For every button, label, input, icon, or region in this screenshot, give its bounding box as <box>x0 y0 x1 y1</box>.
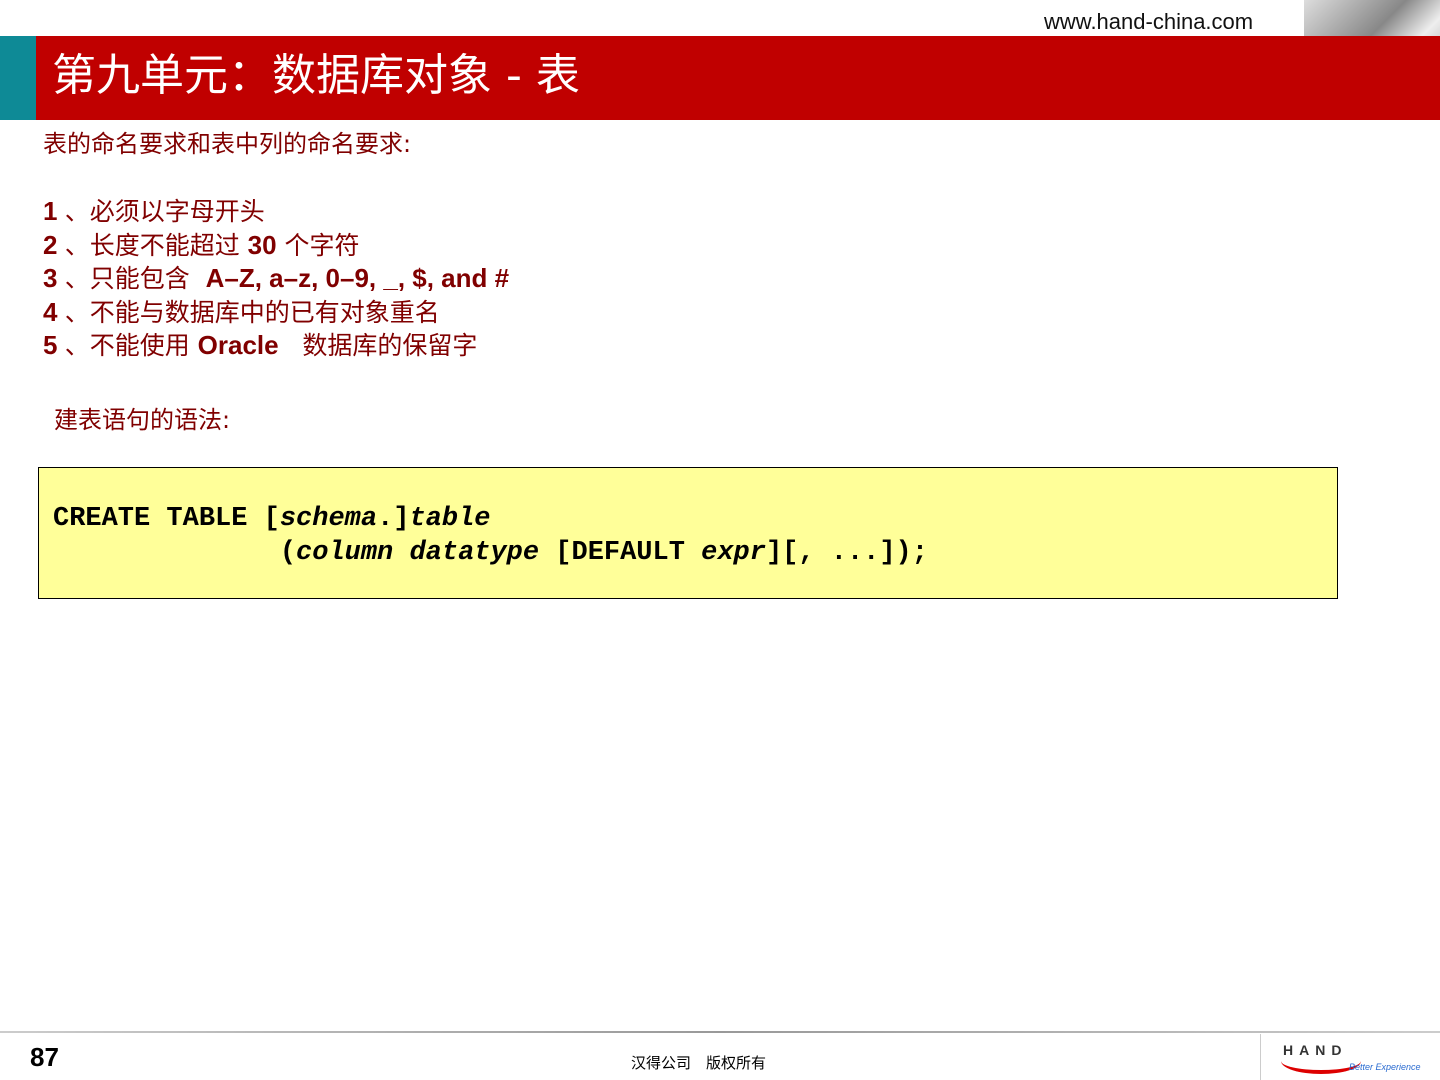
page-title: 第九单元：数据库对象 - 表 <box>52 50 580 101</box>
syntax-label: 建表语句的语法: <box>54 406 231 434</box>
footer-divider <box>0 1031 1440 1033</box>
rule-number: 3 <box>43 263 65 293</box>
rule-item: 3 、只能包含 A–Z, a–z, 0–9, _, $, and # <box>43 262 509 296</box>
logo-text: HAND <box>1283 1042 1348 1058</box>
code-box: CREATE TABLE [schema.]table (column data… <box>38 467 1338 599</box>
rule-number: 4 <box>43 296 65 327</box>
rule-text: 、不能使用 <box>64 331 198 360</box>
rule-number: 5 <box>43 330 65 360</box>
code-line-1: CREATE TABLE [schema.]table <box>53 504 490 534</box>
page-number: 87 <box>30 1042 59 1072</box>
code-placeholder: expr <box>701 538 766 568</box>
code-keyword: ( <box>53 538 297 568</box>
code-keyword: [DEFAULT <box>539 538 702 568</box>
hand-logo: HAND Better Experience <box>1260 1034 1440 1080</box>
code-placeholder: table <box>409 504 491 534</box>
rule-text: 数据库的保留字 <box>278 331 478 360</box>
rule-text: 、不能与数据库中的已有对象重名 <box>64 297 440 327</box>
rule-text: 、只能包含 <box>64 264 206 293</box>
code-keyword: CREATE TABLE [ <box>53 504 280 534</box>
accent-bar <box>0 36 36 120</box>
rule-item: 1 、必须以字母开头 <box>43 195 509 229</box>
intro-text: 表的命名要求和表中列的命名要求: <box>43 130 412 158</box>
code-keyword: .] <box>377 504 410 534</box>
rule-text: A–Z, a–z, 0–9, _, $, and # <box>205 263 510 293</box>
rule-item: 4 、不能与数据库中的已有对象重名 <box>43 296 509 330</box>
title-bar: 第九单元：数据库对象 - 表 <box>36 36 1440 120</box>
copyright: 汉得公司 版权所有 <box>631 1054 767 1072</box>
naming-rules-list: 1 、必须以字母开头 2 、长度不能超过 30 个字符 3 、只能包含 A–Z, a… <box>43 195 509 363</box>
rule-text: 、长度不能超过 <box>64 230 248 260</box>
rule-number: 2 <box>43 229 65 260</box>
website-url: www.hand-china.com <box>1044 9 1254 34</box>
logo-tagline: Better Experience <box>1349 1062 1421 1072</box>
rule-item: 5 、不能使用 Oracle 数据库的保留字 <box>43 329 509 363</box>
code-line-2: (column datatype [DEFAULT expr][, ...]); <box>53 538 928 568</box>
rule-text: 个字符 <box>276 230 360 260</box>
rule-number: 1 <box>43 196 65 226</box>
rule-item: 2 、长度不能超过 30 个字符 <box>43 229 509 263</box>
code-placeholder: column datatype <box>296 538 540 568</box>
rule-text: Oracle <box>197 330 279 360</box>
rule-text: 、必须以字母开头 <box>64 197 265 226</box>
code-keyword: ][, ...]); <box>765 538 928 568</box>
rule-text: 30 <box>247 229 277 260</box>
code-placeholder: schema <box>279 504 378 534</box>
